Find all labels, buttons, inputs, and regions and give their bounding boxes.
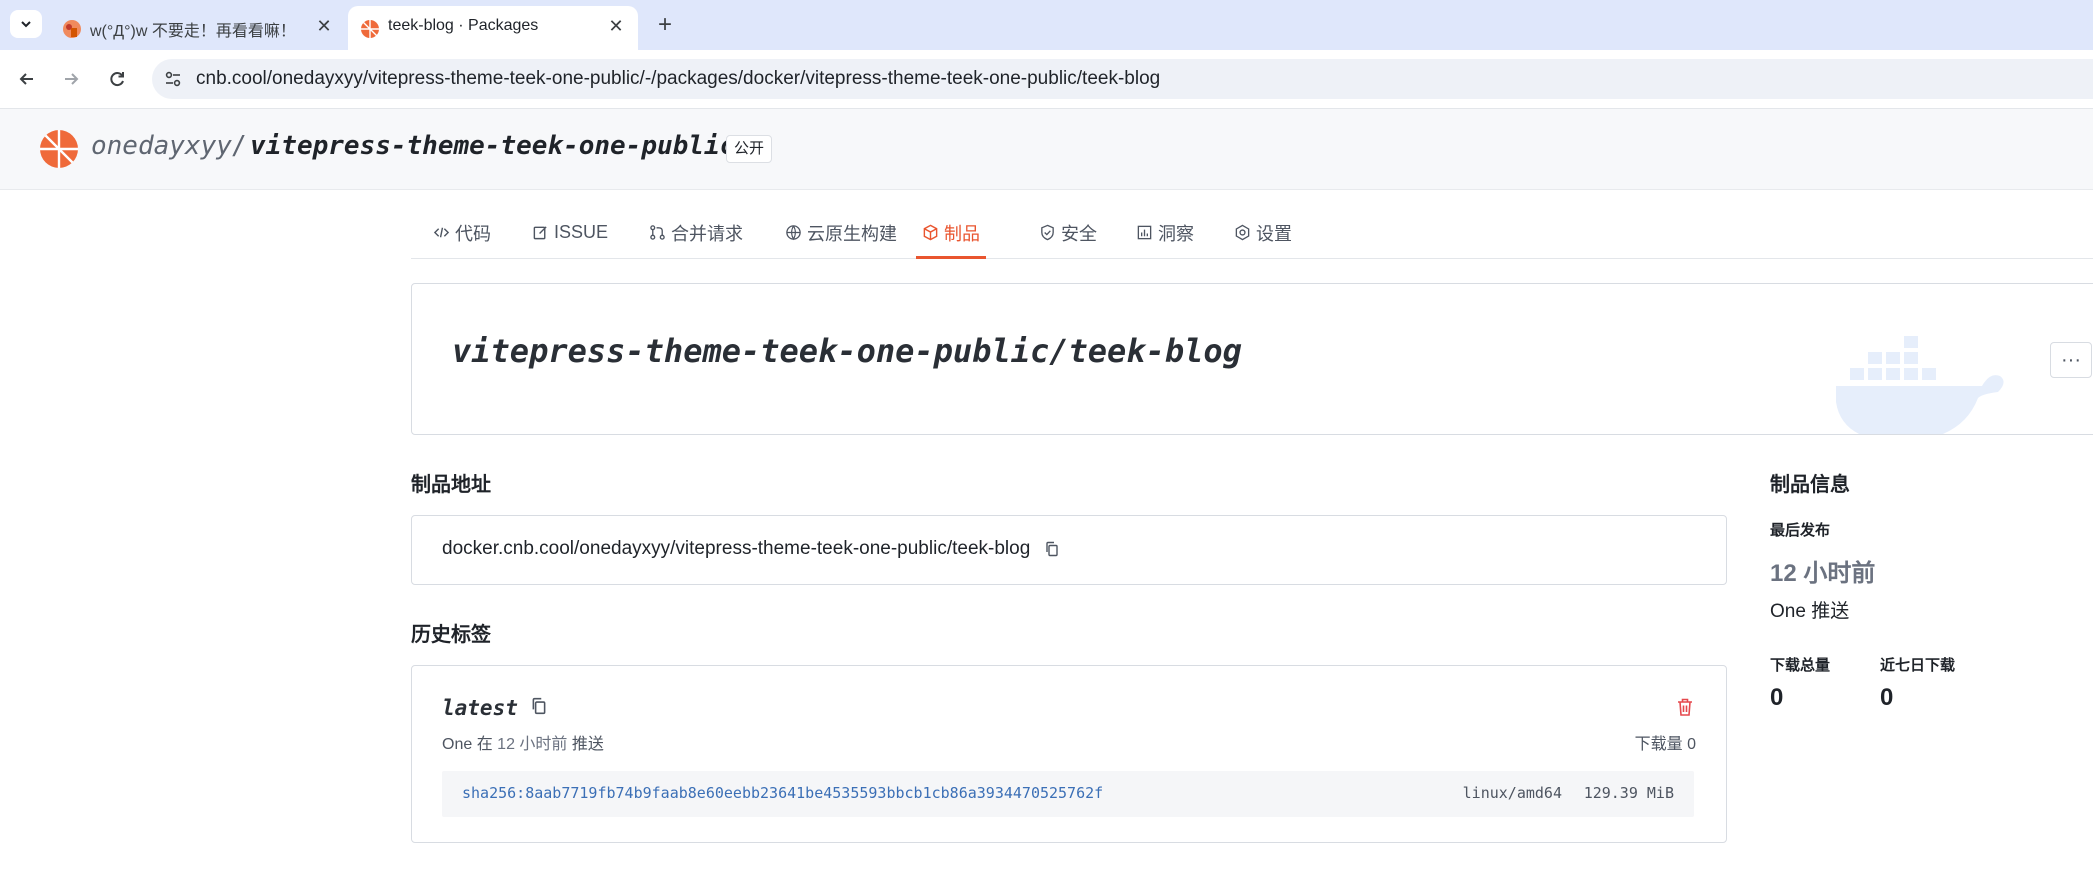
tab-title: w(°Д°)w 不要走！再看看嘛！ xyxy=(90,23,296,40)
tag-push-action: 推送 xyxy=(571,736,604,753)
url-text[interactable]: cnb.cool/onedayxyy/vitepress-theme-teek-… xyxy=(196,68,1160,90)
platform-label: linux/amd64 xyxy=(1462,784,1562,802)
repo-nav-tabs: 代码 ISSUE 合并请求 云原生构建 制品 安全 洞察 设置 xyxy=(411,208,2093,259)
package-address-box: docker.cnb.cool/onedayxyy/vitepress-them… xyxy=(411,515,1727,585)
total-downloads-label: 下载总量 xyxy=(1770,657,1831,674)
tag-push-in: 在 xyxy=(476,736,493,753)
tag-pusher-name[interactable]: One xyxy=(442,736,472,753)
shield-icon xyxy=(1041,224,1054,241)
tab-issue[interactable]: ISSUE xyxy=(526,208,614,257)
copy-icon[interactable] xyxy=(530,697,548,715)
address-bar[interactable]: cnb.cool/onedayxyy/vitepress-theme-teek-… xyxy=(152,59,2093,99)
tab-label: 云原生构建 xyxy=(807,223,897,244)
forward-button[interactable] xyxy=(56,64,86,94)
tag-card: latest One 在 12 小时前 推送 下载量 0 sha256:8aab… xyxy=(411,665,1727,843)
package-icon xyxy=(923,224,938,241)
tab-label: 制品 xyxy=(944,223,980,244)
browser-tab-active[interactable]: teek-blog · Packages ✕ xyxy=(348,6,638,50)
last-publish-by: One 推送 xyxy=(1770,601,1850,622)
arrow-right-icon xyxy=(65,73,79,85)
week-downloads-value: 0 xyxy=(1880,684,1894,711)
tag-push-info: One 在 12 小时前 推送 xyxy=(442,730,604,754)
last-publish-label: 最后发布 xyxy=(1770,522,1831,539)
cnb-logo-icon[interactable] xyxy=(39,129,79,169)
tab-label: 设置 xyxy=(1256,223,1292,244)
tag-download-count: 下载量 0 xyxy=(1634,736,1696,753)
code-icon xyxy=(433,227,450,238)
digest-row: sha256:8aab7719fb74b9faab8e60eebb23641be… xyxy=(442,771,1694,817)
tab-label: 洞察 xyxy=(1158,223,1194,244)
reload-button[interactable] xyxy=(102,64,132,94)
last-publish-time: 12 小时前 xyxy=(1770,560,1876,587)
tab-security[interactable]: 安全 xyxy=(1033,208,1103,257)
tab-settings[interactable]: 设置 xyxy=(1228,208,1298,257)
browser-tab-bar: w(°Д°)w 不要走！再看看嘛！ ✕ teek-blog · Packages… xyxy=(0,0,2093,50)
tab-packages[interactable]: 制品 xyxy=(916,208,986,259)
package-title-card: vitepress-theme-teek-one-public/teek-blo… xyxy=(411,283,2093,435)
reload-icon xyxy=(110,72,124,87)
package-title: vitepress-theme-teek-one-public/teek-blo… xyxy=(452,332,1242,370)
address-heading: 制品地址 xyxy=(411,474,491,496)
package-address-text: docker.cnb.cool/onedayxyy/vitepress-them… xyxy=(442,538,1060,560)
history-tags-heading: 历史标签 xyxy=(411,624,491,646)
arrow-left-icon xyxy=(19,73,33,85)
docker-whale-icon xyxy=(1836,336,2004,434)
visibility-badge: 公开 xyxy=(726,135,773,163)
browser-toolbar: cnb.cool/onedayxyy/vitepress-theme-teek-… xyxy=(0,50,2093,109)
tab-title: teek-blog · Packages xyxy=(388,17,539,34)
tab-label: ISSUE xyxy=(554,222,609,242)
repo-header: onedayxyy / vitepress-theme-teek-one-pub… xyxy=(0,109,2093,190)
tab-search-button[interactable] xyxy=(10,10,42,38)
more-actions-button[interactable]: ··· xyxy=(2050,342,2092,378)
week-downloads-label: 近七日下载 xyxy=(1880,657,1956,674)
back-button[interactable] xyxy=(12,64,42,94)
close-tab-icon[interactable]: ✕ xyxy=(604,14,628,38)
repo-path-separator: / xyxy=(231,131,247,161)
tab-merge-requests[interactable]: 合并请求 xyxy=(643,208,749,257)
issue-icon xyxy=(533,226,547,240)
tab-cloud-native-build[interactable]: 云原生构建 xyxy=(779,208,903,257)
tab-label: 合并请求 xyxy=(671,223,743,244)
repo-owner-link[interactable]: onedayxyy xyxy=(91,131,232,161)
tab-favicon-icon xyxy=(63,20,81,38)
chevron-down-icon xyxy=(21,21,31,28)
gear-icon xyxy=(1235,224,1250,241)
merge-request-icon xyxy=(650,225,665,240)
browser-tab-inactive[interactable]: w(°Д°)w 不要走！再看看嘛！ ✕ xyxy=(50,6,346,50)
tab-insights[interactable]: 洞察 xyxy=(1130,208,1200,257)
cnb-logo-icon xyxy=(361,20,379,38)
digest-link[interactable]: sha256:8aab7719fb74b9faab8e60eebb23641be… xyxy=(462,784,1103,802)
package-address: docker.cnb.cool/onedayxyy/vitepress-them… xyxy=(442,538,1031,559)
total-downloads-value: 0 xyxy=(1770,684,1784,711)
image-size: 129.39 MiB xyxy=(1583,784,1674,802)
site-info-icon[interactable] xyxy=(160,66,186,92)
close-tab-icon[interactable]: ✕ xyxy=(312,14,336,38)
repo-name-link[interactable]: vitepress-theme-teek-one-public xyxy=(250,131,735,161)
build-icon xyxy=(786,225,801,241)
new-tab-button[interactable]: + xyxy=(652,11,678,38)
copy-icon[interactable] xyxy=(1044,541,1060,557)
trash-icon[interactable] xyxy=(1674,696,1696,718)
package-info-heading: 制品信息 xyxy=(1770,474,1850,496)
tab-label: 代码 xyxy=(455,223,491,244)
insights-icon xyxy=(1137,225,1152,240)
tab-label: 安全 xyxy=(1061,223,1097,244)
tag-push-time: 12 小时前 xyxy=(497,736,568,753)
tab-code[interactable]: 代码 xyxy=(427,208,497,257)
tag-name: latest xyxy=(442,696,518,720)
